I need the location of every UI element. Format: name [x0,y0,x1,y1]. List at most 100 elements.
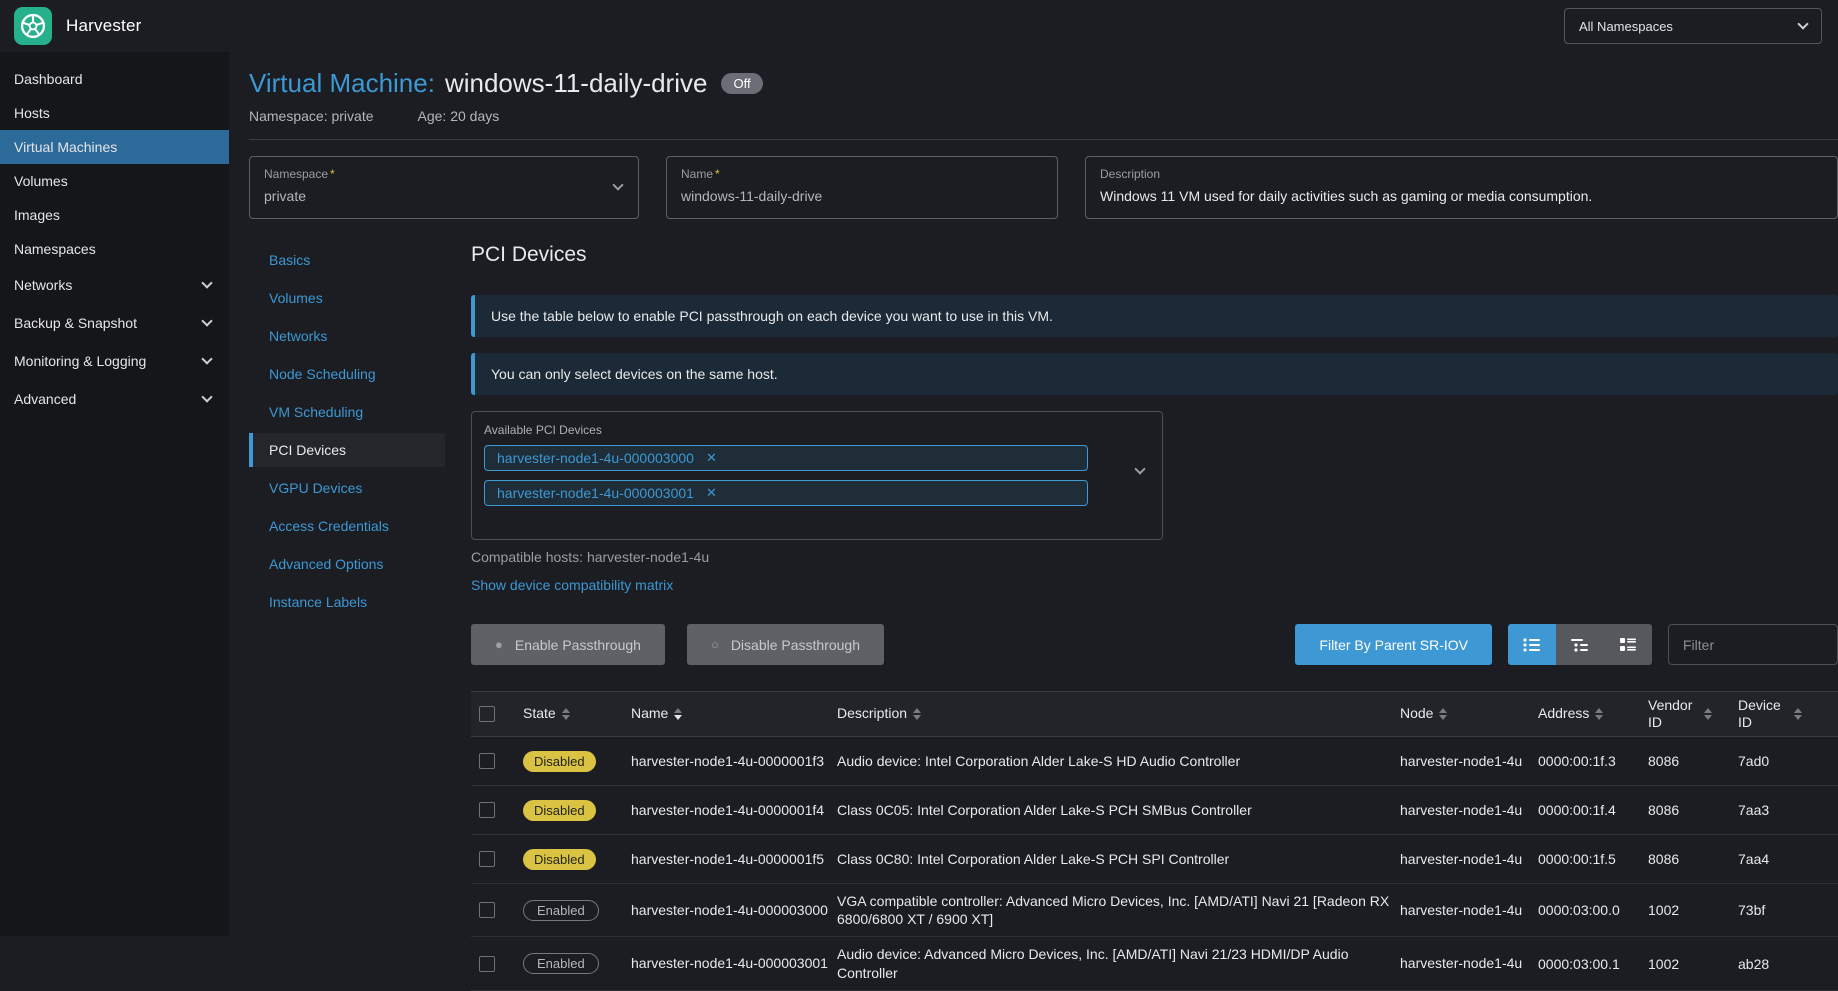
row-checkbox[interactable] [479,802,495,818]
tab-instance-labels[interactable]: Instance Labels [249,585,445,619]
info-banner: Use the table below to enable PCI passth… [471,295,1838,337]
table-row: Enabled harvester-node1-4u-000003001 Aud… [471,937,1838,990]
device-address: 0000:03:00.0 [1538,902,1640,918]
column-header-device-id[interactable]: Device ID [1738,697,1830,732]
device-name: harvester-node1-4u-0000001f4 [631,801,829,819]
column-header-name[interactable]: Name [631,705,829,723]
vendor-id: 8086 [1648,753,1730,769]
disable-passthrough-button[interactable]: ○ Disable Passthrough [687,624,884,665]
chevron-down-icon [201,315,212,326]
vm-config-tabs: Basics Volumes Networks Node Scheduling … [249,239,445,991]
compatible-hosts-text: Compatible hosts: harvester-node1-4u [471,549,1838,565]
chevron-down-icon [1134,463,1145,474]
column-header-state[interactable]: State [523,705,623,723]
namespace-value: private [264,188,624,204]
sidebar-item-volumes[interactable]: Volumes [0,164,229,198]
device-address: 0000:00:1f.4 [1538,802,1640,818]
device-node: harvester-node1-4u [1400,850,1530,868]
status-badge: Off [721,73,762,94]
sidebar-item-dashboard[interactable]: Dashboard [0,62,229,96]
device-address: 0000:00:1f.3 [1538,753,1640,769]
app-header: Harvester All Namespaces [0,0,1838,52]
sidebar-item-monitoring-logging[interactable]: Monitoring & Logging [0,342,229,380]
device-compatibility-matrix-link[interactable]: Show device compatibility matrix [471,577,673,593]
sort-icon [1704,708,1712,720]
table-row: Disabled harvester-node1-4u-0000001f4 Cl… [471,786,1838,835]
sidebar-item-namespaces[interactable]: Namespaces [0,232,229,266]
sidebar-item-virtual-machines[interactable]: Virtual Machines [0,130,229,164]
sort-icon [1595,708,1603,720]
device-description: VGA compatible controller: Advanced Micr… [837,892,1392,928]
state-badge: Disabled [523,849,596,870]
namespace-selector[interactable]: All Namespaces [1564,8,1822,44]
meta-namespace: Namespace: private [249,108,374,124]
device-address: 0000:00:1f.5 [1538,851,1640,867]
row-checkbox[interactable] [479,902,495,918]
list-view-icon[interactable] [1508,624,1556,665]
table-row: Disabled harvester-node1-4u-0000001f5 Cl… [471,835,1838,884]
pci-device-table: State Name Description Node Address Vend… [471,691,1838,991]
tab-vm-scheduling[interactable]: VM Scheduling [249,395,445,429]
name-field: Name* windows-11-daily-drive [666,156,1058,219]
sort-icon [674,708,682,720]
device-id: 73bf [1738,902,1830,918]
column-header-vendor-id[interactable]: Vendor ID [1648,697,1730,732]
tab-pci-devices[interactable]: PCI Devices [249,433,445,467]
tab-advanced-options[interactable]: Advanced Options [249,547,445,581]
sidebar-item-images[interactable]: Images [0,198,229,232]
sort-icon [913,708,921,720]
virtual-machine-breadcrumb-link[interactable]: Virtual Machine: [249,68,435,99]
sort-icon [1794,708,1802,720]
selected-device-chip: harvester-node1-4u-000003000 ✕ [484,445,1088,471]
vendor-id: 1002 [1648,956,1730,972]
device-node: harvester-node1-4u [1400,954,1530,972]
main-content: Virtual Machine: windows-11-daily-drive … [229,52,1838,936]
device-node: harvester-node1-4u [1400,801,1530,819]
filter-input[interactable] [1668,624,1838,665]
state-badge: Disabled [523,751,596,772]
device-id: 7aa4 [1738,851,1830,867]
tab-networks[interactable]: Networks [249,319,445,353]
sidebar-item-backup-snapshot[interactable]: Backup & Snapshot [0,304,229,342]
selected-device-chip: harvester-node1-4u-000003001 ✕ [484,480,1088,506]
pci-devices-panel: PCI Devices Use the table below to enabl… [471,239,1838,991]
remove-chip-icon[interactable]: ✕ [706,485,717,501]
tab-volumes[interactable]: Volumes [249,281,445,315]
vendor-id: 8086 [1648,851,1730,867]
card-view-icon[interactable] [1604,624,1652,665]
available-pci-devices-select[interactable]: Available PCI Devices harvester-node1-4u… [471,411,1163,540]
tab-node-scheduling[interactable]: Node Scheduling [249,357,445,391]
grouped-view-icon[interactable] [1556,624,1604,665]
row-checkbox[interactable] [479,956,495,972]
vendor-id: 8086 [1648,802,1730,818]
select-all-checkbox[interactable] [479,706,495,722]
column-header-address[interactable]: Address [1538,705,1640,723]
state-badge: Disabled [523,800,596,821]
row-checkbox[interactable] [479,851,495,867]
available-pci-devices-label: Available PCI Devices [484,423,1150,437]
remove-chip-icon[interactable]: ✕ [706,450,717,466]
name-value: windows-11-daily-drive [681,188,1043,204]
device-description: Audio device: Intel Corporation Alder La… [837,752,1392,770]
device-description: Class 0C05: Intel Corporation Alder Lake… [837,801,1392,819]
sidebar-item-advanced[interactable]: Advanced [0,380,229,418]
tab-basics[interactable]: Basics [249,243,445,277]
column-header-description[interactable]: Description [837,705,1392,723]
tab-vgpu-devices[interactable]: VGPU Devices [249,471,445,505]
sidebar-item-hosts[interactable]: Hosts [0,96,229,130]
sidebar-item-networks[interactable]: Networks [0,266,229,304]
row-checkbox[interactable] [479,753,495,769]
device-name: harvester-node1-4u-000003001 [631,954,829,972]
table-row: Disabled harvester-node1-4u-0000001f3 Au… [471,737,1838,786]
tab-access-credentials[interactable]: Access Credentials [249,509,445,543]
divider [249,139,1838,140]
chevron-down-icon [201,353,212,364]
device-description: Audio device: Advanced Micro Devices, In… [837,945,1392,981]
filter-by-parent-sriov-button[interactable]: Filter By Parent SR-IOV [1295,624,1492,665]
description-field[interactable]: Description Windows 11 VM used for daily… [1085,156,1838,219]
column-header-node[interactable]: Node [1400,705,1530,723]
state-badge: Enabled [523,900,599,921]
sidebar: Dashboard Hosts Virtual Machines Volumes… [0,52,229,936]
sort-icon [562,708,570,720]
enable-passthrough-button[interactable]: ● Enable Passthrough [471,624,665,665]
